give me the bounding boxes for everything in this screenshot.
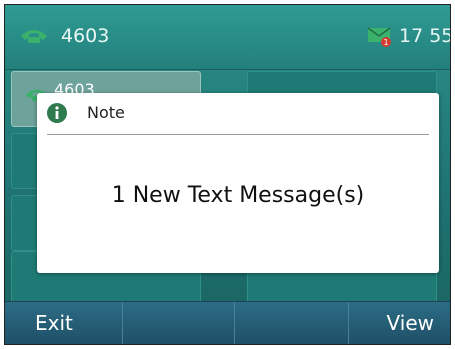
envelope-with-badge-icon[interactable]: 1 <box>367 25 393 47</box>
softkey-3[interactable] <box>235 302 349 344</box>
softkey-2[interactable] <box>123 302 235 344</box>
phone-handset-icon <box>21 30 47 43</box>
status-bar: 4603 1 17 55 <box>5 5 450 70</box>
note-dialog: Note 1 New Text Message(s) <box>37 93 439 273</box>
dialog-title: Note <box>87 103 125 122</box>
dialog-message: 1 New Text Message(s) <box>111 183 365 208</box>
exit-softkey[interactable]: Exit <box>5 302 123 344</box>
softkey-bar: Exit View <box>5 301 450 344</box>
status-time: 17 55 <box>399 25 451 47</box>
dialog-header: Note <box>37 93 439 133</box>
phone-screen: 4603 1 17 55 4603 Note 1 New Text Messag… <box>4 4 451 345</box>
info-icon <box>47 103 67 123</box>
svg-text:1: 1 <box>383 38 388 47</box>
view-softkey[interactable]: View <box>349 302 450 344</box>
dialog-divider <box>47 134 429 135</box>
status-line-number: 4603 <box>61 25 110 47</box>
